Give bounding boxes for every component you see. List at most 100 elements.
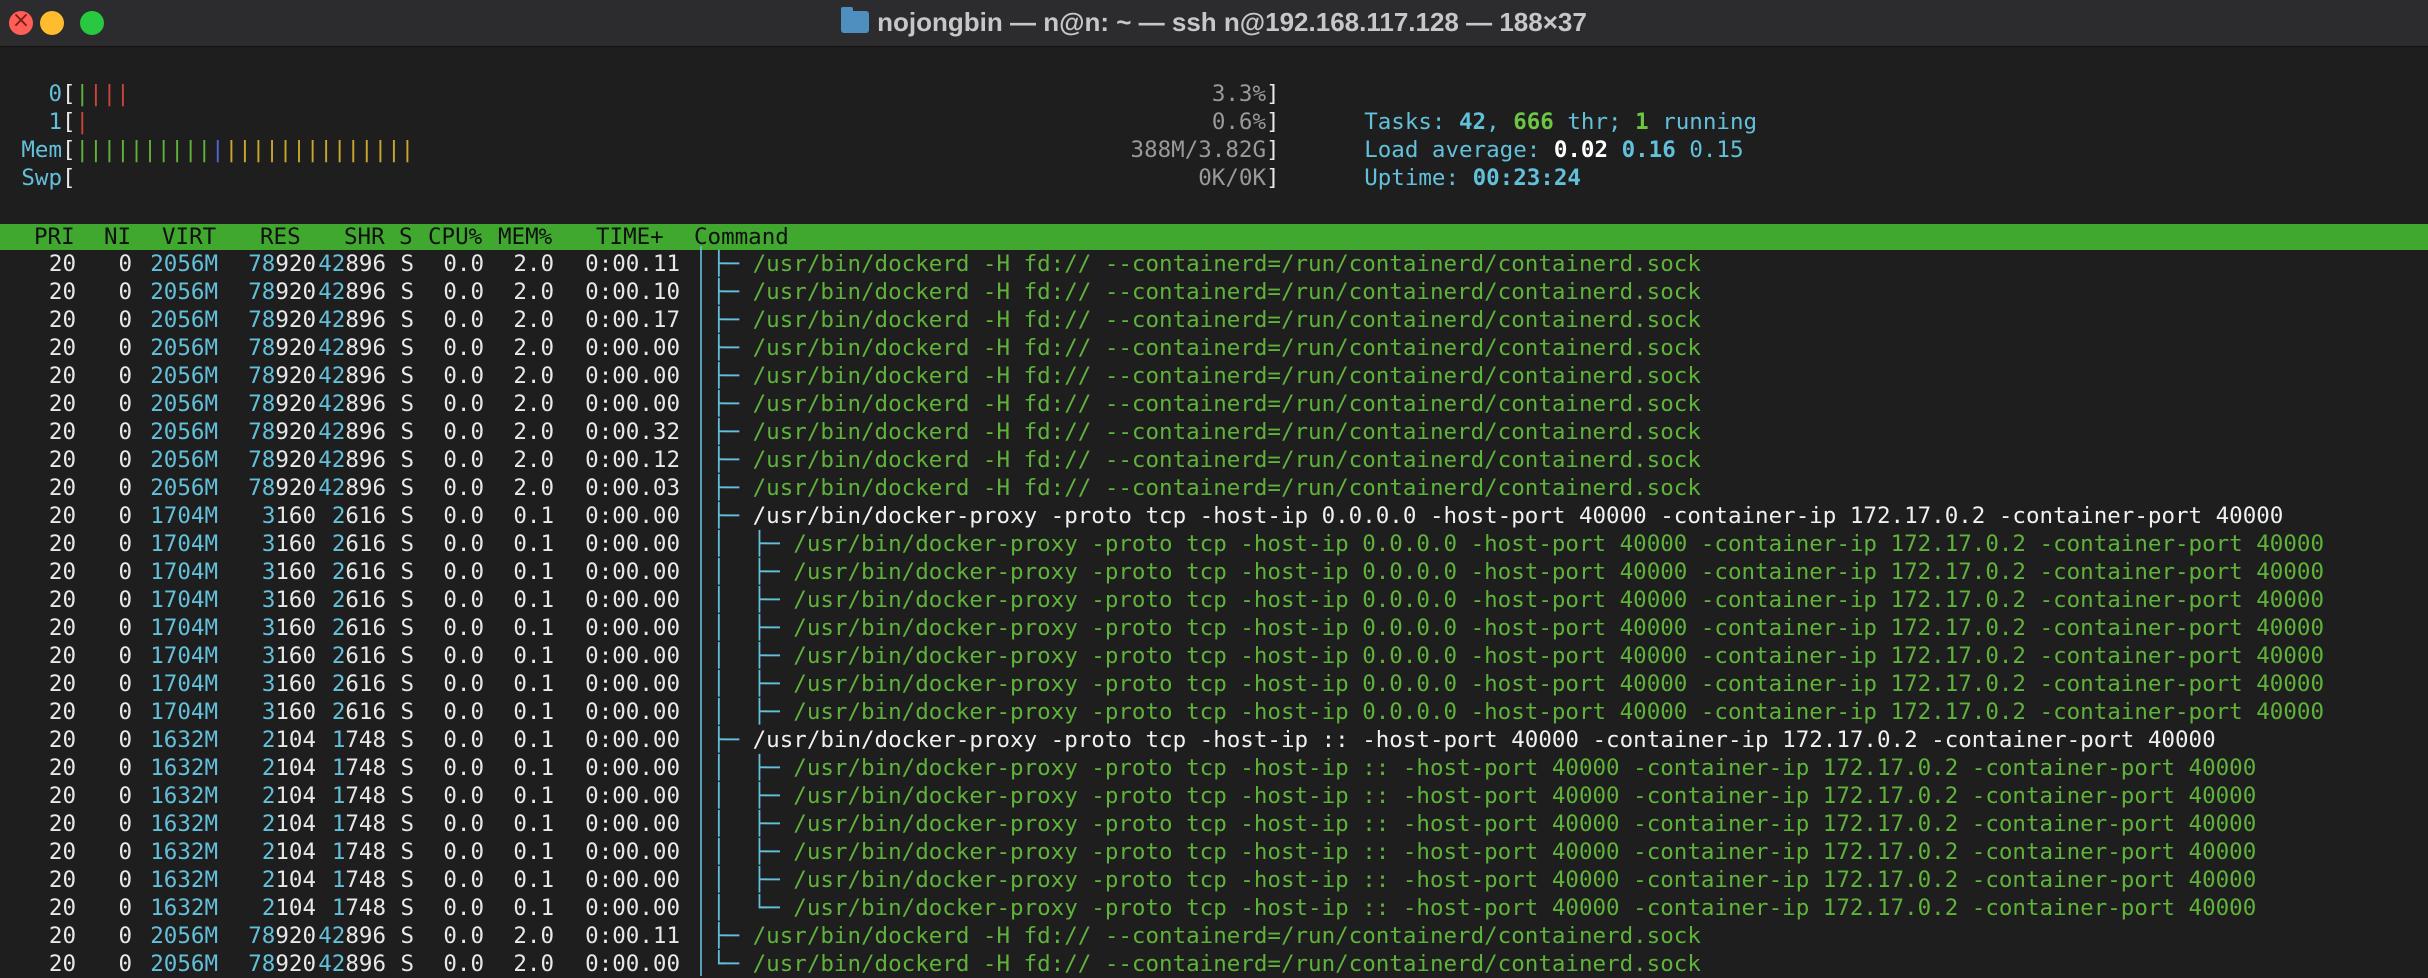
process-row[interactable]: 20 0 1704M 3160 2616 S 0.0 0.1 0:00.00 │ ├─ /usr/… — [0, 558, 2428, 586]
cell-res-high: 78 — [248, 279, 276, 305]
cell-mem: 0.1 — [513, 559, 554, 585]
cell-ni: 0 — [118, 251, 132, 277]
cell-pri: 20 — [48, 475, 76, 501]
process-row[interactable]: 20 0 2056M 78920 42896 S 0.0 2.0 0:00.00 ├─ /usr/… — [0, 362, 2428, 390]
col-res[interactable]: RES — [260, 224, 301, 250]
process-row[interactable]: 20 0 1704M 3160 2616 S 0.0 0.1 0:00.00 │ ├─ /usr/… — [0, 614, 2428, 642]
process-row[interactable]: 20 0 1704M 3160 2616 S 0.0 0.1 0:00.00 │ ├─ /usr/… — [0, 642, 2428, 670]
process-row[interactable]: 20 0 1632M 2104 1748 S 0.0 0.1 0:00.00 │ ├─ /usr/… — [0, 838, 2428, 866]
command-text: /usr/bin/docker-proxy -proto tcp -host-i… — [793, 839, 2257, 865]
process-row[interactable]: 20 0 2056M 78920 42896 S 0.0 2.0 0:00.11 ├─ /usr/… — [0, 922, 2428, 950]
process-row[interactable]: 20 0 1632M 2104 1748 S 0.0 0.1 0:00.00 │ ├─ /usr/… — [0, 782, 2428, 810]
cell-mem: 0.1 — [513, 755, 554, 781]
process-row[interactable]: 20 0 2056M 78920 42896 S 0.0 2.0 0:00.00 └─ /usr/… — [0, 950, 2428, 978]
cell-ni: 0 — [118, 335, 132, 361]
col-time[interactable]: TIME+ — [596, 224, 664, 250]
cell-pri: 20 — [48, 587, 76, 613]
terminal-view[interactable]: 0[|||| 3.3%] 1[| 0.6%] Mem[|||||||||||||||||… — [0, 46, 2428, 978]
meter-bracket-close: ] — [1266, 165, 1280, 191]
col-mem[interactable]: MEM% — [498, 224, 552, 250]
meter-bracket-open: [ — [62, 109, 76, 135]
cell-command: ├─ /usr/bin/dockerd -H fd:// --container… — [712, 446, 1701, 474]
cell-time: 0:00.11 — [585, 923, 680, 949]
meter-value: 0K/0K — [1198, 165, 1266, 191]
process-row[interactable]: 20 0 1704M 3160 2616 S 0.0 0.1 0:00.00 │ ├─ /usr/… — [0, 586, 2428, 614]
tree-branch: ├─ — [712, 923, 753, 949]
cell-ni: 0 — [118, 363, 132, 389]
uptime-value: 00:23:24 — [1472, 165, 1581, 191]
cell-pri: 20 — [48, 783, 76, 809]
cell-virt: 1704M — [150, 671, 218, 697]
process-row[interactable]: 20 0 1632M 2104 1748 S 0.0 0.1 0:00.00 │ ├─ /usr/… — [0, 754, 2428, 782]
cell-time: 0:00.00 — [585, 363, 680, 389]
cell-res: 78920 — [248, 390, 316, 418]
cell-virt: 2056M — [150, 951, 218, 977]
process-row[interactable]: 20 0 1704M 3160 2616 S 0.0 0.1 0:00.00 │ ├─ /usr/… — [0, 670, 2428, 698]
process-row[interactable]: 20 0 2056M 78920 42896 S 0.0 2.0 0:00.12 ├─ /usr/… — [0, 446, 2428, 474]
col-shr[interactable]: SHR — [344, 224, 385, 250]
command-text: /usr/bin/dockerd -H fd:// --containerd=/… — [752, 951, 1701, 977]
col-pri[interactable]: PRI — [34, 224, 75, 250]
command-text: /usr/bin/dockerd -H fd:// --containerd=/… — [752, 307, 1701, 333]
process-row[interactable]: 20 0 2056M 78920 42896 S 0.0 2.0 0:00.00 ├─ /usr/… — [0, 334, 2428, 362]
process-row[interactable]: 20 0 2056M 78920 42896 S 0.0 2.0 0:00.03 ├─ /usr/… — [0, 474, 2428, 502]
command-text: /usr/bin/docker-proxy -proto tcp -host-i… — [793, 811, 2257, 837]
process-row[interactable]: 20 0 1632M 2104 1748 S 0.0 0.1 0:00.00 │ ├─ /usr/… — [0, 866, 2428, 894]
process-row[interactable]: 20 0 1704M 3160 2616 S 0.0 0.1 0:00.00 │ ├─ /usr/… — [0, 698, 2428, 726]
process-row[interactable]: 20 0 2056M 78920 42896 S 0.0 2.0 0:00.32 ├─ /usr/… — [0, 418, 2428, 446]
cell-virt: 1632M — [150, 811, 218, 837]
cell-time: 0:00.00 — [585, 587, 680, 613]
cell-state: S — [400, 447, 414, 473]
process-row[interactable]: 20 0 1632M 2104 1748 S 0.0 0.1 0:00.00 │ ├─ /usr/… — [0, 810, 2428, 838]
cell-state: S — [400, 335, 414, 361]
cell-pri: 20 — [48, 615, 76, 641]
process-row[interactable]: 20 0 1632M 2104 1748 S 0.0 0.1 0:00.00 ├─ /usr/bi… — [0, 726, 2428, 754]
cell-pri: 20 — [48, 643, 76, 669]
cell-shr: 42896 — [318, 334, 386, 362]
col-cpu[interactable]: CPU% — [428, 224, 482, 250]
cell-virt: 2056M — [150, 419, 218, 445]
cell-virt: 2056M — [150, 335, 218, 361]
command-text: /usr/bin/docker-proxy -proto tcp -host-i… — [793, 755, 2257, 781]
process-row[interactable]: 20 0 1632M 2104 1748 S 0.0 0.1 0:00.00 │ └─ /usr/… — [0, 894, 2428, 922]
cell-shr-low: 616 — [345, 671, 386, 697]
command-text: /usr/bin/docker-proxy -proto tcp -host-i… — [793, 615, 2324, 641]
cell-shr: 42896 — [318, 418, 386, 446]
cell-res-low: 104 — [275, 811, 316, 837]
col-ni[interactable]: NI — [104, 224, 131, 250]
cell-ni: 0 — [118, 839, 132, 865]
cell-res-high: 3 — [261, 587, 276, 613]
cell-ni: 0 — [118, 671, 132, 697]
cell-pri: 20 — [48, 727, 76, 753]
cell-pri: 20 — [48, 251, 76, 277]
cell-ni: 0 — [118, 391, 132, 417]
cell-cpu: 0.0 — [443, 727, 484, 753]
cell-res-high: 78 — [248, 335, 276, 361]
cell-state: S — [400, 391, 414, 417]
cell-shr: 2616 — [332, 698, 386, 726]
tree-branch: ├─ — [712, 307, 753, 333]
cell-res: 3160 — [262, 642, 316, 670]
cell-state: S — [400, 307, 414, 333]
cell-state: S — [400, 503, 414, 529]
process-row[interactable]: 20 0 1704M 3160 2616 S 0.0 0.1 0:00.00 │ ├─ /usr/… — [0, 530, 2428, 558]
col-command[interactable]: Command — [694, 224, 789, 250]
cell-mem: 2.0 — [513, 363, 554, 389]
command-text: /usr/bin/docker-proxy -proto tcp -host-i… — [752, 503, 2284, 529]
cell-shr: 1748 — [332, 894, 386, 922]
cell-shr-high: 42 — [318, 951, 346, 977]
meter-1: 1[| — [0, 108, 89, 136]
process-row[interactable]: 20 0 2056M 78920 42896 S 0.0 2.0 0:00.00 ├─ /usr/… — [0, 390, 2428, 418]
cell-res-high: 78 — [248, 363, 276, 389]
col-virt[interactable]: VIRT — [162, 224, 216, 250]
cell-shr-low: 896 — [345, 251, 386, 277]
cell-res-low: 160 — [275, 587, 316, 613]
meter-bracket-open: [ — [62, 165, 76, 191]
process-row[interactable]: 20 0 2056M 78920 42896 S 0.0 2.0 0:00.10 ├─ /usr/… — [0, 278, 2428, 306]
process-row[interactable]: 20 0 2056M 78920 42896 S 0.0 2.0 0:00.11 ├─ /usr/… — [0, 250, 2428, 278]
cell-shr-high: 42 — [318, 391, 346, 417]
process-row[interactable]: 20 0 2056M 78920 42896 S 0.0 2.0 0:00.17 ├─ /usr/… — [0, 306, 2428, 334]
process-row[interactable]: 20 0 1704M 3160 2616 S 0.0 0.1 0:00.00 ├─ /usr/bi… — [0, 502, 2428, 530]
cell-mem: 0.1 — [513, 587, 554, 613]
col-state[interactable]: S — [399, 224, 413, 250]
